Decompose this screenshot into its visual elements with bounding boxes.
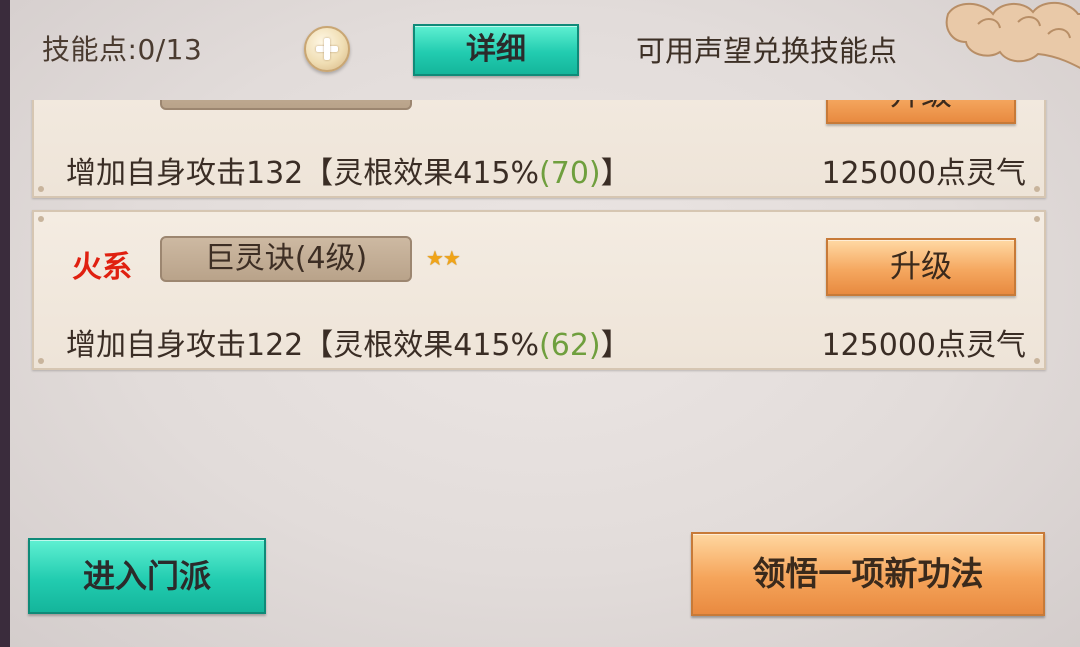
skill-points-value: 0/13 — [137, 33, 203, 66]
skill-effect-suffix: 】 — [600, 156, 631, 191]
upgrade-cost: 125000点灵气 — [821, 156, 1026, 191]
element-label: 火系 — [72, 250, 132, 285]
add-skill-points-button[interactable] — [304, 26, 350, 72]
upgrade-button[interactable]: 升级 — [826, 100, 1016, 124]
upgrade-button[interactable]: 升级 — [826, 238, 1016, 296]
upgrade-cost: 125000点灵气 — [821, 328, 1026, 363]
reputation-exchange-link[interactable]: 可用声望兑换技能点 — [636, 28, 897, 70]
detail-button[interactable]: 详细 — [413, 24, 579, 76]
skill-points-label: 技能点: — [42, 33, 138, 66]
skill-effect: 增加自身攻击122【灵根效果415%(62)】 — [66, 320, 631, 364]
skill-name-tag — [160, 100, 412, 110]
skill-effect-suffix: 】 — [600, 328, 631, 363]
skill-list[interactable]: 升级 增加自身攻击132【灵根效果415%(70)】 125000点灵气 火系 … — [10, 100, 1080, 390]
skill-panel: 技能点:0/13 详细 可用声望兑换技能点 升级 增加自身攻击132【灵根效果4… — [10, 0, 1080, 647]
skill-card: 火系 巨灵诀(4级) ★★ 升级 增加自身攻击122【灵根效果415%(62)】… — [32, 210, 1046, 370]
skill-effect-bonus: (70) — [539, 156, 601, 191]
skill-effect: 增加自身攻击132【灵根效果415%(70)】 — [66, 148, 631, 192]
skill-effect-bonus: (62) — [539, 328, 601, 363]
skill-card: 升级 增加自身攻击132【灵根效果415%(70)】 125000点灵气 — [32, 100, 1046, 198]
skill-name-tag: 巨灵诀(4级) — [160, 236, 412, 282]
skill-effect-text: 增加自身攻击122【灵根效果415% — [66, 328, 540, 363]
skill-effect-text: 增加自身攻击132【灵根效果415% — [66, 156, 540, 191]
star-rating-icon: ★★ — [426, 246, 461, 270]
enter-sect-button[interactable]: 进入门派 — [28, 538, 266, 614]
skill-points-text: 技能点:0/13 — [42, 28, 202, 68]
learn-new-skill-button[interactable]: 领悟一项新功法 — [691, 532, 1045, 616]
cloud-ornament-icon — [945, 1, 1080, 69]
